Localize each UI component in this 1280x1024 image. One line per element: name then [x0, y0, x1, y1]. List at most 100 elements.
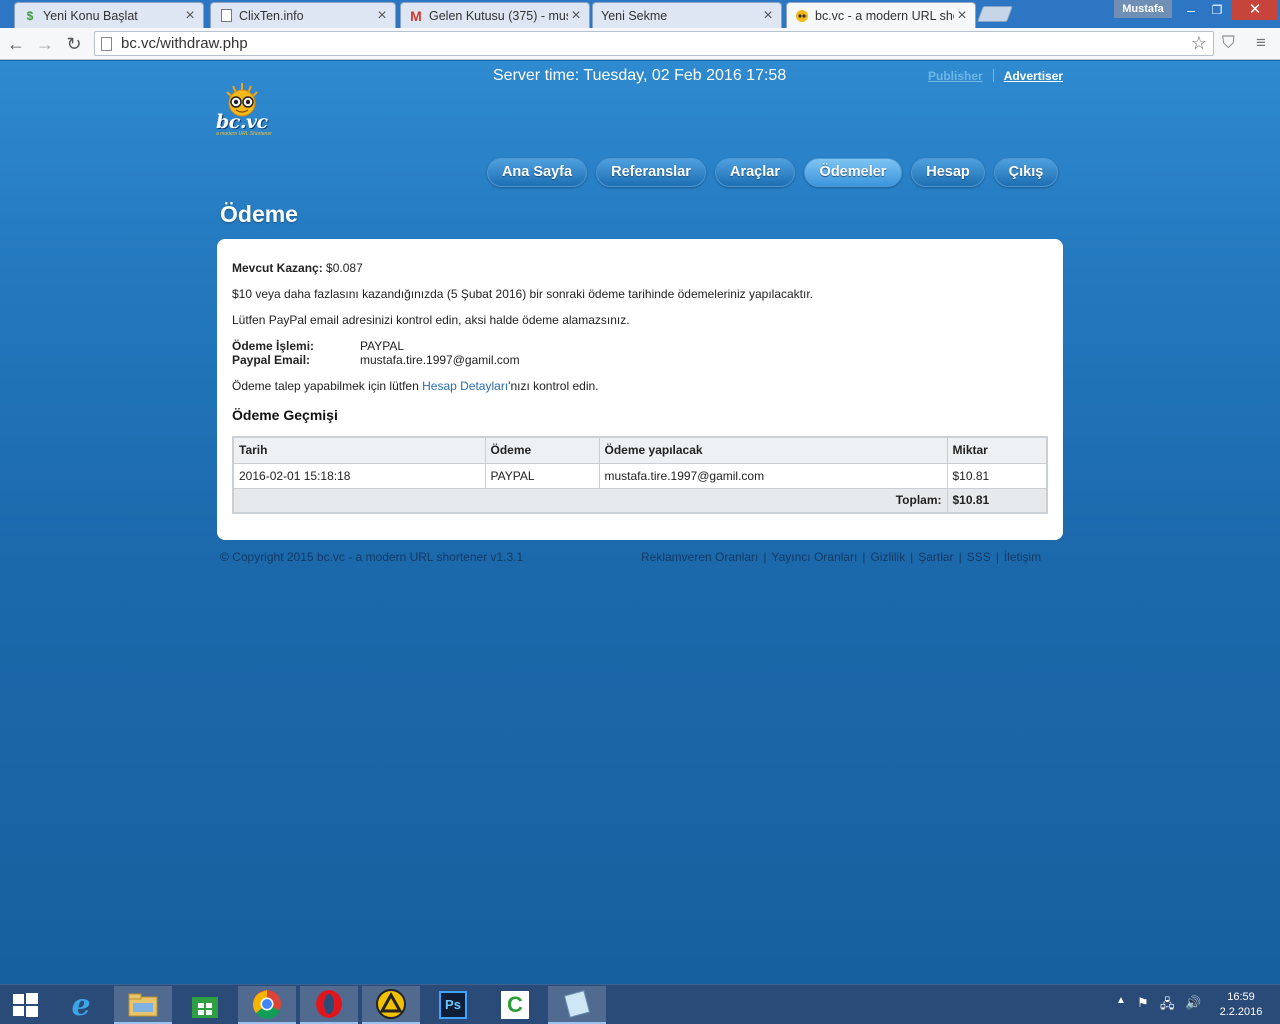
internet-explorer-icon[interactable]: e — [52, 986, 110, 1024]
withdraw-panel: Mevcut Kazanç: $0.087 $10 veya daha fazl… — [217, 239, 1063, 540]
flag-icon[interactable]: ⚑ — [1137, 995, 1149, 1011]
nav-referanslar[interactable]: Referanslar — [596, 158, 706, 187]
advertiser-link[interactable]: Advertiser — [1004, 69, 1063, 83]
tab-bcvc[interactable]: bc.vc - a modern URL shor × — [786, 2, 976, 28]
nav-cikis[interactable]: Çıkış — [994, 158, 1058, 187]
table-header-row: Tarih Ödeme Ödeme yapılacak Miktar — [232, 436, 1048, 464]
earnings-value: $0.087 — [326, 261, 363, 275]
show-hidden-icons[interactable]: ▲ — [1116, 995, 1126, 1006]
start-button[interactable] — [0, 986, 50, 1024]
bcvc-icon — [795, 9, 809, 23]
tab-title: Gelen Kutusu (375) - must — [429, 8, 568, 23]
chrome-icon[interactable] — [238, 986, 296, 1024]
separator — [992, 69, 994, 82]
page-icon — [101, 37, 112, 51]
clock-date: 2.2.2016 — [1219, 1006, 1263, 1018]
nav-ana-sayfa[interactable]: Ana Sayfa — [487, 158, 587, 187]
top-links: Publisher Advertiser — [928, 69, 1063, 83]
request-suffix: 'nızı kontrol edin. — [508, 379, 599, 393]
page-icon — [219, 9, 233, 23]
gmail-icon: M — [410, 7, 422, 24]
earnings-line: Mevcut Kazanç: $0.087 — [232, 261, 363, 275]
cell-amount: $10.81 — [946, 462, 1048, 489]
email-value: mustafa.tire.1997@gamil.com — [360, 353, 520, 367]
copyright: © Copyright 2015 bc.vc - a modern URL sh… — [220, 550, 524, 564]
address-bar[interactable]: bc.vc/withdraw.php ☆ — [94, 31, 1214, 56]
page-content: bc.vc a modern URL Shortener Server time… — [0, 61, 1280, 984]
column-header-recipient: Ödeme yapılacak — [598, 436, 948, 464]
footer-links: Reklamveren Oranları | Yayıncı Oranları | Gi… — [641, 550, 1041, 564]
separator: | — [910, 550, 914, 564]
history-title: Ödeme Geçmişi — [232, 407, 338, 423]
clock[interactable]: 16:59 2.2.2016 — [1214, 990, 1268, 1020]
nav-odemeler[interactable]: Ödemeler — [804, 158, 902, 187]
cell-date: 2016-02-01 15:18:18 — [232, 462, 486, 489]
menu-icon[interactable]: ≡ — [1256, 33, 1266, 53]
camtasia-icon[interactable]: C — [486, 986, 544, 1024]
nav-hesap[interactable]: Hesap — [911, 158, 985, 187]
footer-link-advertiser-rates[interactable]: Reklamveren Oranları — [641, 550, 758, 564]
payout-info: $10 veya daha fazlasını kazandığınızda (… — [232, 287, 814, 301]
footer-link-privacy[interactable]: Gizlilik — [870, 550, 905, 564]
tab-title: Yeni Sekme — [601, 8, 668, 23]
separator: | — [958, 550, 962, 564]
footer-link-faq[interactable]: SSS — [967, 550, 991, 564]
opera-icon[interactable] — [300, 986, 358, 1024]
close-icon[interactable]: × — [374, 7, 390, 24]
file-explorer-icon[interactable] — [114, 986, 172, 1024]
account-details-link[interactable]: Hesap Detayları — [422, 379, 508, 393]
total-row: Toplam: $10.81 — [232, 487, 1048, 514]
volume-icon[interactable]: 🔊 — [1185, 995, 1201, 1011]
payment-history-table: Tarih Ödeme Ödeme yapılacak Miktar 2016-… — [232, 436, 1048, 514]
tab-yeni-konu[interactable]: $ Yeni Konu Başlat × — [14, 2, 204, 28]
tab-yeni-sekme[interactable]: Yeni Sekme × — [592, 2, 782, 28]
separator: | — [862, 550, 866, 564]
separator: | — [763, 550, 767, 564]
paypal-warning: Lütfen PayPal email adresinizi kontrol e… — [232, 313, 630, 327]
email-label: Paypal Email: — [232, 353, 311, 367]
footer-link-publisher-rates[interactable]: Yayıncı Oranları — [772, 550, 858, 564]
notepad-icon[interactable] — [548, 986, 606, 1024]
nav-araclar[interactable]: Araçlar — [715, 158, 795, 187]
close-icon[interactable]: × — [954, 7, 970, 24]
browser-toolbar: ← → ↻ bc.vc/withdraw.php ☆ ⛉ ≡ — [0, 28, 1280, 60]
bookmark-star-icon[interactable]: ☆ — [1191, 33, 1207, 54]
app-triangle-icon[interactable] — [362, 986, 420, 1024]
footer-link-terms[interactable]: Şartlar — [918, 550, 953, 564]
close-icon[interactable]: × — [760, 7, 776, 24]
back-arrow-icon[interactable]: ← — [4, 32, 28, 56]
minimize-button[interactable]: – — [1178, 0, 1204, 20]
request-note: Ödeme talep yapabilmek için lütfen Hesap… — [232, 379, 599, 393]
tab-clixten[interactable]: ClixTen.info × — [210, 2, 396, 28]
tab-title: Yeni Konu Başlat — [43, 8, 138, 23]
column-header-amount: Miktar — [946, 436, 1048, 464]
profile-button[interactable]: Mustafa — [1114, 0, 1172, 18]
close-icon[interactable]: × — [568, 7, 584, 24]
shield-icon[interactable]: ⛉ — [1222, 33, 1235, 53]
restore-button[interactable]: ❐ — [1204, 0, 1230, 20]
close-window-button[interactable]: ✕ — [1232, 0, 1278, 20]
dollar-icon: $ — [26, 8, 34, 23]
table-row: 2016-02-01 15:18:18 PAYPAL mustafa.tire.… — [232, 462, 1048, 489]
clock-time: 16:59 — [1227, 991, 1255, 1003]
url-text: bc.vc/withdraw.php — [121, 35, 248, 52]
forward-arrow-icon[interactable]: → — [33, 32, 57, 56]
footer-link-contact[interactable]: İletişim — [1004, 550, 1041, 564]
browser-tab-strip: $ Yeni Konu Başlat × ClixTen.info × M Ge… — [0, 0, 1280, 28]
total-value: $10.81 — [946, 487, 1048, 514]
cell-recipient: mustafa.tire.1997@gamil.com — [598, 462, 948, 489]
store-icon[interactable] — [176, 986, 234, 1024]
cell-method: PAYPAL — [484, 462, 600, 489]
page-title: Ödeme — [220, 201, 298, 227]
new-tab-button[interactable] — [977, 6, 1013, 22]
photoshop-icon[interactable]: Ps — [424, 986, 482, 1024]
earnings-label: Mevcut Kazanç: — [232, 261, 323, 275]
taskbar: e Ps C ▲ ⚑ 🖧 🔊 16:59 2.2.2016 — [0, 984, 1280, 1024]
publisher-link[interactable]: Publisher — [928, 69, 983, 83]
network-icon[interactable]: 🖧 — [1160, 995, 1175, 1017]
tab-gmail[interactable]: M Gelen Kutusu (375) - must × — [400, 2, 590, 28]
logo-tagline: a modern URL Shortener — [216, 131, 272, 137]
close-icon[interactable]: × — [182, 7, 198, 24]
method-label: Ödeme İşlemi: — [232, 339, 315, 353]
reload-icon[interactable]: ↻ — [62, 32, 86, 56]
